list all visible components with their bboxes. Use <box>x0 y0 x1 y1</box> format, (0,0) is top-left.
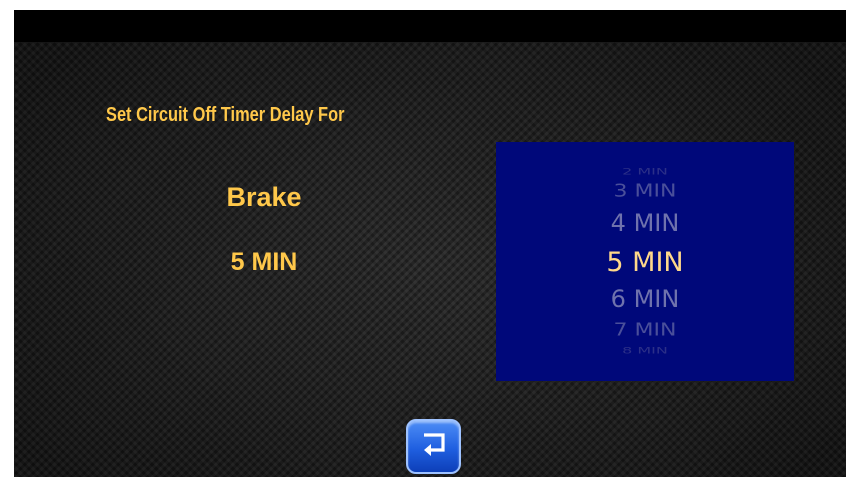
selected-delay-value: 5 MIN <box>230 248 298 276</box>
back-button[interactable] <box>406 419 461 474</box>
picker-item-5-min-selected[interactable]: 5 MIN <box>496 247 794 278</box>
circuit-name: Brake <box>226 182 302 212</box>
picker-item-8-min[interactable]: 8 MIN <box>496 345 794 355</box>
picker-item-4-min[interactable]: 4 MIN <box>496 209 794 237</box>
app-screen: Set Circuit Off Timer Delay For Brake 5 … <box>14 10 846 477</box>
page-title: Set Circuit Off Timer Delay For <box>106 104 345 126</box>
top-bar <box>14 10 846 42</box>
picker-item-7-min[interactable]: 7 MIN <box>496 321 794 341</box>
picker-item-6-min[interactable]: 6 MIN <box>496 285 794 313</box>
picker-item-3-min[interactable]: 3 MIN <box>496 182 794 202</box>
picker-item-2-min[interactable]: 2 MIN <box>496 166 794 176</box>
return-arrow-icon <box>424 433 445 456</box>
delay-picker[interactable]: 2 MIN 3 MIN 4 MIN 5 MIN 6 MIN 7 MIN 8 MI… <box>496 142 794 381</box>
